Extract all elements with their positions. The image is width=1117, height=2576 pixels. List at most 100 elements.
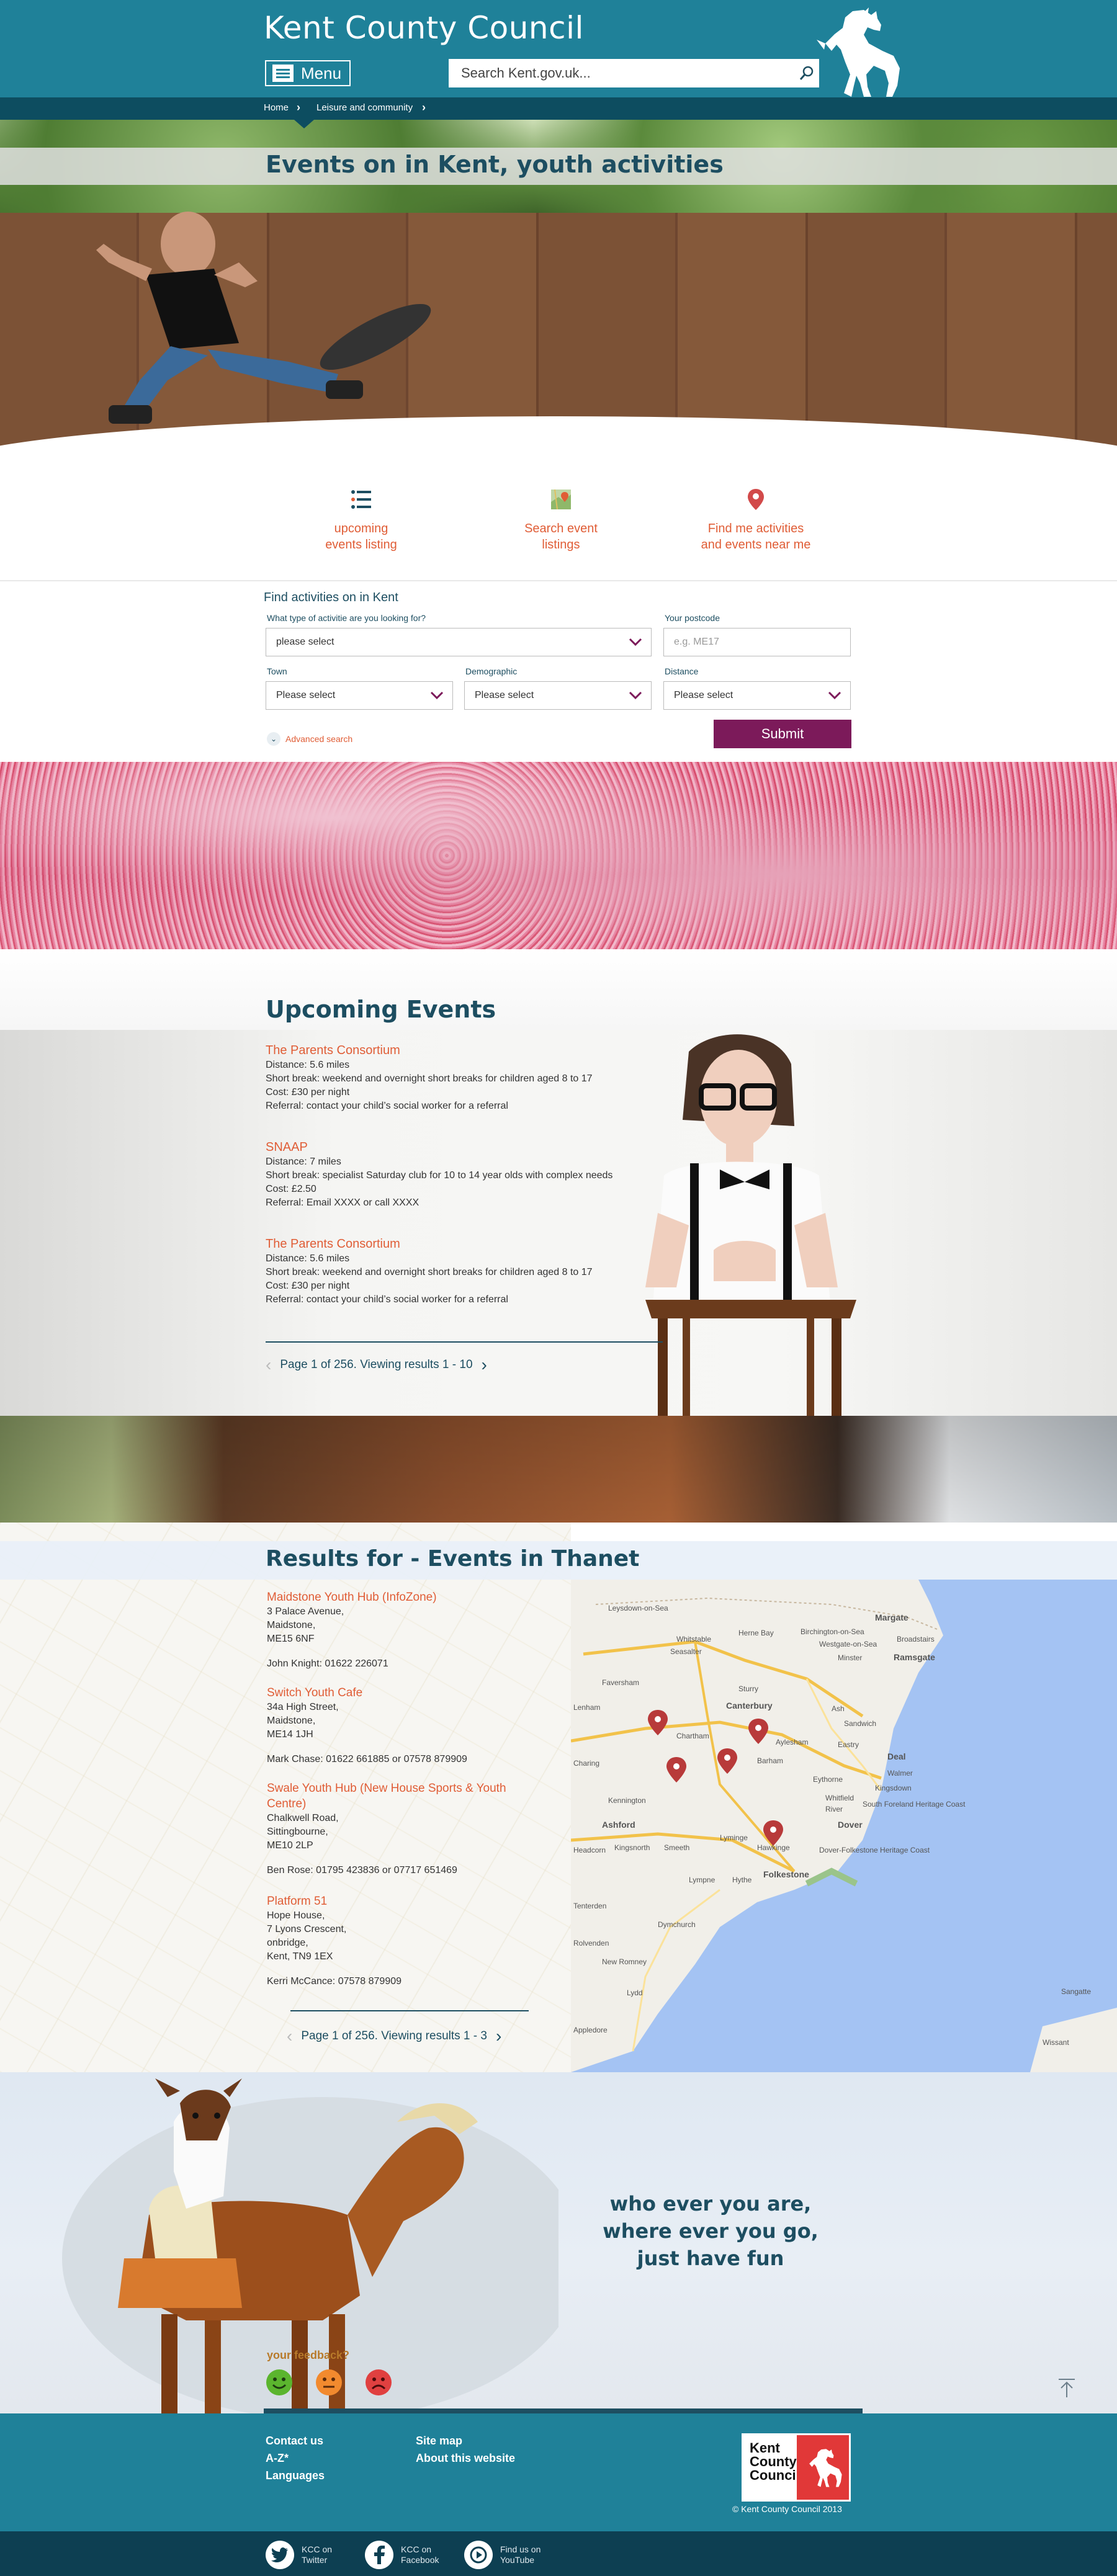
search-bar [449,59,819,87]
result-title-link[interactable]: Swale Youth Hub (New House Sports & Yout… [267,1781,546,1812]
advanced-search-link[interactable]: ⌄ Advanced search [267,732,352,746]
map-label: Sangatte [1061,1987,1091,1996]
map-label: Hawkinge [757,1843,790,1852]
site-logo-text[interactable]: Kent County Council [264,10,584,46]
event-distance: Distance: 5.6 miles [266,1060,350,1070]
footer-link-about[interactable]: About this website [416,2452,515,2465]
quick-link-upcoming-events[interactable]: upcoming events listing [280,487,442,553]
chevron-left-icon[interactable]: ‹ [287,2026,292,2046]
upcoming-events-title: Upcoming Events [266,996,496,1023]
chevron-right-icon[interactable]: › [496,2026,501,2046]
twitter-icon [266,2541,294,2569]
town-select[interactable]: Please select [266,681,453,710]
map-label: Seasalter [670,1647,702,1656]
event-title-link[interactable]: SNAAP [266,1139,613,1155]
map-label: Kingsdown [875,1784,912,1792]
chevron-down-icon [430,691,444,700]
upcoming-pager: ‹ Page 1 of 256. Viewing results 1 - 10 … [266,1355,487,1375]
kcc-footer-logo[interactable]: Kent County Council [742,2433,851,2502]
town-label: Town [267,666,287,676]
kent-horse-logo-icon [817,7,900,97]
map-label: Herne Bay [738,1629,774,1637]
fun-tagline-line: who ever you are, [609,2192,812,2216]
map-label: Wissant [1043,2038,1069,2047]
result-title-link[interactable]: Switch Youth Cafe [267,1685,546,1701]
map-label: Rolvenden [573,1939,609,1948]
advanced-search-label: Advanced search [285,734,353,744]
feedback-label: your feedback? [267,2349,350,2361]
social-label: KCC on Twitter [302,2544,333,2565]
result-item: Maidstone Youth Hub (InfoZone) 3 Palace … [267,1590,546,1671]
breadcrumb-leisure[interactable]: Leisure and community [316,102,413,113]
copyright: © Kent County Council 2013 [732,2504,842,2514]
result-address-line: Maidstone, [267,1620,316,1630]
map-label: Whitstable [676,1635,711,1644]
map-label: Lympne [689,1876,716,1884]
social-label: Find us on YouTube [500,2544,541,2565]
breadcrumb-home[interactable]: Home [264,102,289,113]
result-address-line: Chalkwell Road, [267,1813,339,1823]
event-title-link[interactable]: The Parents Consortium [266,1236,613,1252]
result-contact: Kerri McCance: 07578 879909 [267,1976,402,1987]
submit-button[interactable]: Submit [714,720,851,748]
result-contact: John Knight: 01622 226071 [267,1658,388,1669]
fun-tagline-line: where ever you go, [603,2219,819,2243]
map-label: River [825,1805,843,1813]
demographic-select[interactable]: Please select [464,681,652,710]
woman-with-glasses-image [645,1034,856,1416]
sad-face-icon[interactable] [365,2369,392,2396]
event-distance: Distance: 7 miles [266,1156,341,1167]
kent-map[interactable]: Leysdown-on-Sea Whitstable Herne Bay Bir… [571,1580,1117,2072]
footer-link-contact[interactable]: Contact us [266,2435,323,2448]
social-link-youtube[interactable]: Find us on YouTube [464,2541,541,2569]
distance-select[interactable]: Please select [663,681,851,710]
map-label: Sturry [738,1684,758,1693]
result-contact: Mark Chase: 01622 661885 or 07578 879909 [267,1754,467,1764]
horse-banner-overlay [0,1416,1117,1523]
pager-divider [266,1341,663,1343]
social-link-twitter[interactable]: KCC on Twitter [266,2541,332,2569]
footer-link-languages[interactable]: Languages [266,2469,325,2482]
map-label: Aylesham [776,1738,808,1746]
chevron-down-icon: ⌄ [267,732,280,746]
postcode-input[interactable] [663,628,851,656]
map-label: Ramsgate [894,1652,935,1662]
result-address-line: onbridge, [267,1938,308,1948]
result-address-line: Kent, TN9 1EX [267,1951,333,1962]
map-label: Lenham [573,1703,600,1712]
map-label: Birchington-on-Sea [801,1627,864,1636]
event-referral: Referral: contact your child’s social wo… [266,1101,508,1111]
footer-link-sitemap[interactable]: Site map [416,2435,462,2448]
result-title-link[interactable]: Platform 51 [267,1894,546,1909]
result-address-line: Maidstone, [267,1715,316,1726]
result-title-link[interactable]: Maidstone Youth Hub (InfoZone) [267,1590,546,1605]
map-label: Broadstairs [897,1635,935,1644]
chevron-left-icon[interactable]: ‹ [266,1355,271,1375]
social-link-facebook[interactable]: KCC on Facebook [365,2541,439,2569]
event-description: Short break: weekend and overnight short… [266,1267,593,1277]
search-input[interactable] [461,65,794,81]
activity-type-select[interactable]: please select [266,628,652,656]
neutral-face-icon[interactable] [315,2369,343,2396]
map-label: Appledore [573,2026,608,2034]
results-title: Results for - Events in Thanet [266,1546,640,1572]
quick-link-label: upcoming events listing [325,522,397,552]
result-address-line: 7 Lyons Crescent, [267,1924,347,1934]
result-address-line: ME10 2LP [267,1840,313,1851]
kcc-footer-logo-text: Kent County Council [750,2440,800,2483]
quick-link-search-events[interactable]: Search event listings [480,487,642,553]
result-address-line: Hope House, [267,1910,325,1921]
map-label: Eastry [838,1740,859,1749]
quick-link-find-near-me[interactable]: Find me activities and events near me [675,487,837,553]
footer-link-a-z[interactable]: A-Z* [266,2452,289,2465]
happy-face-icon[interactable] [266,2369,293,2396]
map-label: Dover-Folkestone Heritage Coast [819,1846,930,1854]
menu-button[interactable]: Menu [265,60,351,86]
facebook-icon [365,2541,393,2569]
dog-riding-pony-image [62,2078,558,2413]
event-title-link[interactable]: The Parents Consortium [266,1042,613,1058]
result-contact: Ben Rose: 01795 423836 or 07717 651469 [267,1865,457,1876]
pager-text: Page 1 of 256. Viewing results 1 - 10 [280,1358,473,1371]
back-to-top-icon[interactable] [1056,2377,1077,2399]
chevron-right-icon[interactable]: › [482,1355,487,1375]
